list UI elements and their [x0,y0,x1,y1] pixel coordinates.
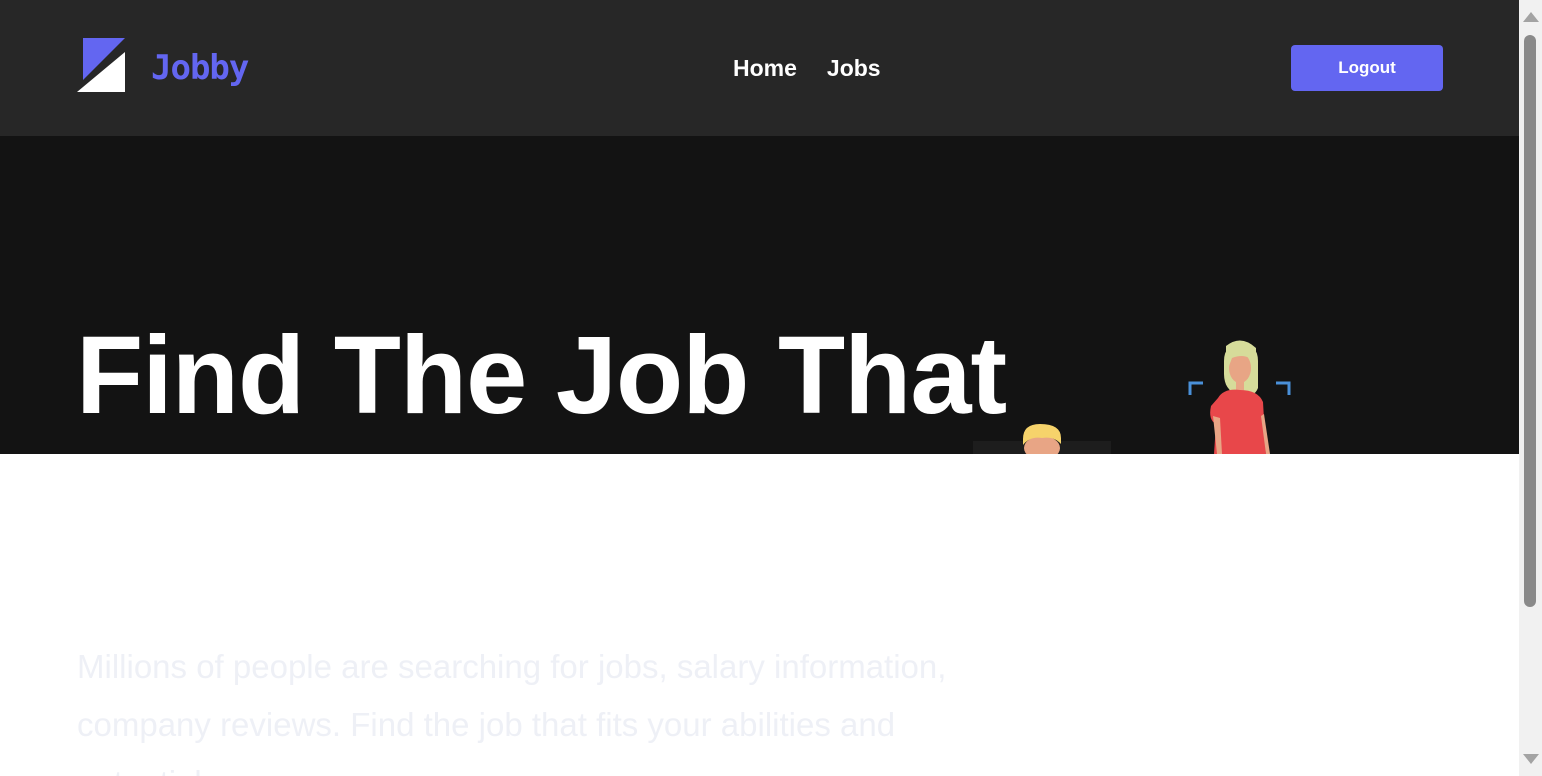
logo-icon [77,38,125,92]
nav-link-home[interactable]: Home [733,55,797,82]
hero-description: Millions of people are searching for job… [77,648,947,776]
scroll-up-arrow-icon[interactable] [1523,12,1539,22]
nav-link-jobs[interactable]: Jobs [827,55,881,82]
scroll-thumb[interactable] [1524,35,1536,607]
man-figure [1023,424,1061,454]
hero-illustration [973,340,1291,454]
scroll-down-arrow-icon[interactable] [1523,754,1539,764]
woman-figure [1210,340,1270,454]
logo-text: Jobby [151,48,249,88]
logout-button[interactable]: Logout [1291,45,1443,91]
navbar: Jobby Home Jobs Logout [0,0,1519,136]
hero-banner: Find The Job That [0,136,1519,454]
logo[interactable]: Jobby [77,38,249,92]
nav-links: Home Jobs [733,55,881,82]
scrollbar[interactable] [1519,0,1542,776]
